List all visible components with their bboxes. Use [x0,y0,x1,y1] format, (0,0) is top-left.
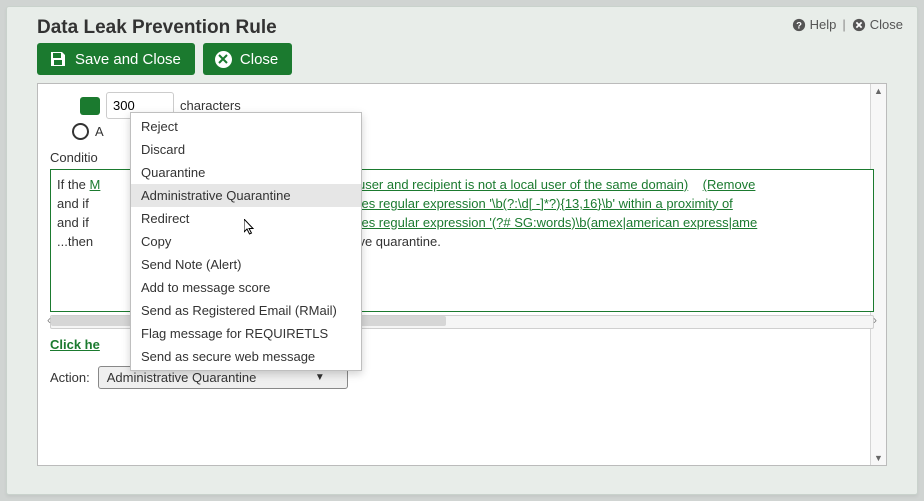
close-button[interactable]: Close [203,43,292,75]
help-link[interactable]: ? Help [792,17,837,32]
cond-link-regex-1[interactable]: matches regular expression '\b(?:\d[ -]*… [326,196,733,211]
cond-link-recipient[interactable]: local user and recipient is not a local … [328,177,689,192]
help-label: Help [810,17,837,32]
action-selected-value: Administrative Quarantine [107,370,257,385]
cond-link-remove[interactable]: (Remove [703,177,756,192]
title-actions: ? Help | Close [792,17,903,32]
chevron-down-icon: ▼ [315,372,325,383]
help-icon: ? [792,18,806,32]
close-link[interactable]: Close [852,17,903,32]
save-icon [49,50,67,68]
dropdown-item[interactable]: Redirect [131,207,361,230]
save-and-close-button[interactable]: Save and Close [37,43,195,75]
separator: | [842,17,845,32]
action-label: Action: [50,370,90,385]
close-button-icon [215,51,232,68]
radio-button[interactable] [72,123,89,140]
scroll-right-icon[interactable]: › [873,314,877,326]
close-button-label: Close [240,51,278,68]
button-row: Save and Close Close [7,43,917,83]
dialog-title: Data Leak Prevention Rule [37,17,277,39]
dropdown-item[interactable]: Add to message score [131,276,361,299]
save-and-close-label: Save and Close [75,51,181,68]
checkbox-icon[interactable] [80,97,100,115]
dropdown-item[interactable]: Send Note (Alert) [131,253,361,276]
cond-text: If the [57,177,90,192]
cond-text: and if [57,215,89,230]
cond-text: and if [57,196,89,211]
dropdown-item[interactable]: Send as secure web message [131,345,361,368]
add-condition-link-left[interactable]: Click he [50,337,100,352]
titlebar: Data Leak Prevention Rule ? Help | Close [7,7,917,43]
dropdown-item[interactable]: Reject [131,115,361,138]
cond-link-msg[interactable]: M [90,177,101,192]
dropdown-item[interactable]: Quarantine [131,161,361,184]
cond-text: ...then [57,234,93,249]
close-icon [852,18,866,32]
svg-text:?: ? [796,20,802,31]
dropdown-item[interactable]: Flag message for REQUIRETLS [131,322,361,345]
dropdown-item[interactable]: Copy [131,230,361,253]
radio-label: A [95,124,104,139]
dropdown-item[interactable]: Discard [131,138,361,161]
close-label: Close [870,17,903,32]
dropdown-item[interactable]: Send as Registered Email (RMail) [131,299,361,322]
cond-link-regex-2[interactable]: matches regular expression '(?# SG:words… [326,215,757,230]
proximity-unit-label: characters [180,98,241,113]
action-dropdown-menu[interactable]: RejectDiscardQuarantineAdministrative Qu… [130,112,362,371]
dropdown-item[interactable]: Administrative Quarantine [131,184,361,207]
